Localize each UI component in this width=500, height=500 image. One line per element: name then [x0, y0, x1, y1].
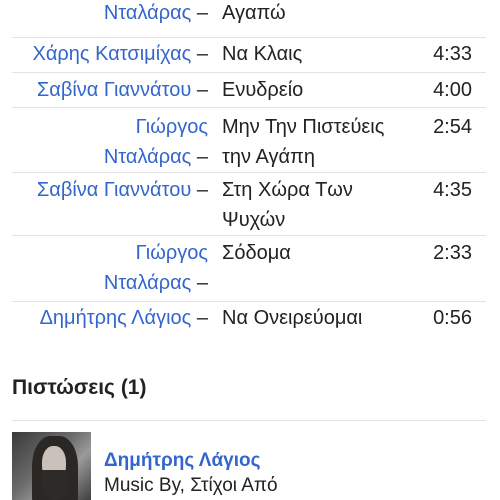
track-title: Να Ονειρεύομαι — [222, 303, 432, 333]
artist-name[interactable]: Σαβίνα Γιαννάτου — [37, 179, 191, 201]
track-row[interactable]: Γιώργος Νταλάρας – Μην Την Πιστεύεις την… — [12, 108, 486, 173]
artist-name-line2[interactable]: Νταλάρας — [104, 146, 191, 168]
title-line1: Μην Την Πιστεύεις — [222, 116, 385, 138]
credit-name-link[interactable]: Δημήτρης Λάγιος — [104, 450, 260, 472]
artist-name[interactable]: Δημήτρης Λάγιος — [40, 307, 192, 329]
track-artist[interactable]: Γιώργος Νταλάρας – — [12, 238, 208, 298]
track-title: Σόδομα — [222, 238, 432, 268]
track-row[interactable]: Σαβίνα Γιαννάτου – Ενυδρείο 4:00 — [12, 73, 486, 108]
track-title: Στη Χώρα Των Ψυχών — [222, 175, 432, 235]
credit-item[interactable]: Δημήτρης Λάγιος Music By, Στίχοι Από — [12, 432, 486, 500]
track-row[interactable]: Σαβίνα Γιαννάτου – Στη Χώρα Των Ψυχών 4:… — [12, 173, 486, 236]
track-duration: 4:33 — [433, 43, 472, 65]
artist-name[interactable]: Χάρης Κατσιμίχας — [33, 43, 192, 65]
track-artist[interactable]: Γιώργος Νταλάρας – — [12, 112, 208, 172]
title-text: Να Κλαις — [222, 43, 303, 65]
avatar-beard — [42, 470, 68, 500]
credit-role: Music By, Στίχοι Από — [104, 475, 278, 496]
title-line2: την Αγάπη — [222, 146, 315, 168]
artist-name-line2[interactable]: Νταλάρας — [104, 272, 191, 294]
track-duration: 4:00 — [433, 79, 472, 101]
dash-separator: – — [196, 79, 208, 101]
title-text: Σόδομα — [222, 242, 291, 264]
track-duration: 2:54 — [433, 116, 472, 138]
track-title: Ενυδρείο — [222, 75, 432, 105]
track-row[interactable]: Νταλάρας – Αγαπώ — [12, 0, 486, 38]
title-text: Να Ονειρεύομαι — [222, 307, 363, 329]
title-text: Αγαπώ — [222, 2, 286, 24]
artist-name[interactable]: Νταλάρας — [104, 2, 191, 24]
track-artist[interactable]: Σαβίνα Γιαννάτου – — [12, 175, 208, 205]
title-line2: Ψυχών — [222, 209, 286, 231]
dash-separator: – — [196, 146, 208, 168]
title-text: Ενυδρείο — [222, 79, 304, 101]
dash-separator: – — [196, 43, 208, 65]
track-title: Μην Την Πιστεύεις την Αγάπη — [222, 112, 432, 172]
avatar[interactable] — [12, 432, 91, 500]
dash-separator: – — [196, 272, 208, 294]
dash-separator: – — [196, 179, 208, 201]
divider — [12, 420, 486, 421]
artist-name-line1[interactable]: Γιώργος — [12, 112, 208, 142]
track-artist[interactable]: Χάρης Κατσιμίχας – — [12, 39, 208, 69]
track-artist[interactable]: Νταλάρας – — [12, 0, 208, 28]
track-row[interactable]: Χάρης Κατσιμίχας – Να Κλαις 4:33 — [12, 38, 486, 73]
track-row[interactable]: Δημήτρης Λάγιος – Να Ονειρεύομαι 0:56 — [12, 302, 486, 338]
dash-separator: – — [196, 2, 208, 24]
track-duration: 0:56 — [433, 307, 472, 329]
title-line1: Στη Χώρα Των — [222, 179, 353, 201]
artist-name-line1[interactable]: Γιώργος — [12, 238, 208, 268]
track-row[interactable]: Γιώργος Νταλάρας – Σόδομα 2:33 — [12, 236, 486, 302]
track-artist[interactable]: Σαβίνα Γιαννάτου – — [12, 75, 208, 105]
credits-heading: Πιστώσεις (1) — [12, 376, 147, 399]
dash-separator: – — [196, 307, 208, 329]
track-duration: 2:33 — [433, 242, 472, 264]
track-duration: 4:35 — [433, 179, 472, 201]
track-title: Αγαπώ — [222, 0, 432, 28]
track-title: Να Κλαις — [222, 39, 432, 69]
track-artist[interactable]: Δημήτρης Λάγιος – — [12, 303, 208, 333]
artist-name[interactable]: Σαβίνα Γιαννάτου — [37, 79, 191, 101]
